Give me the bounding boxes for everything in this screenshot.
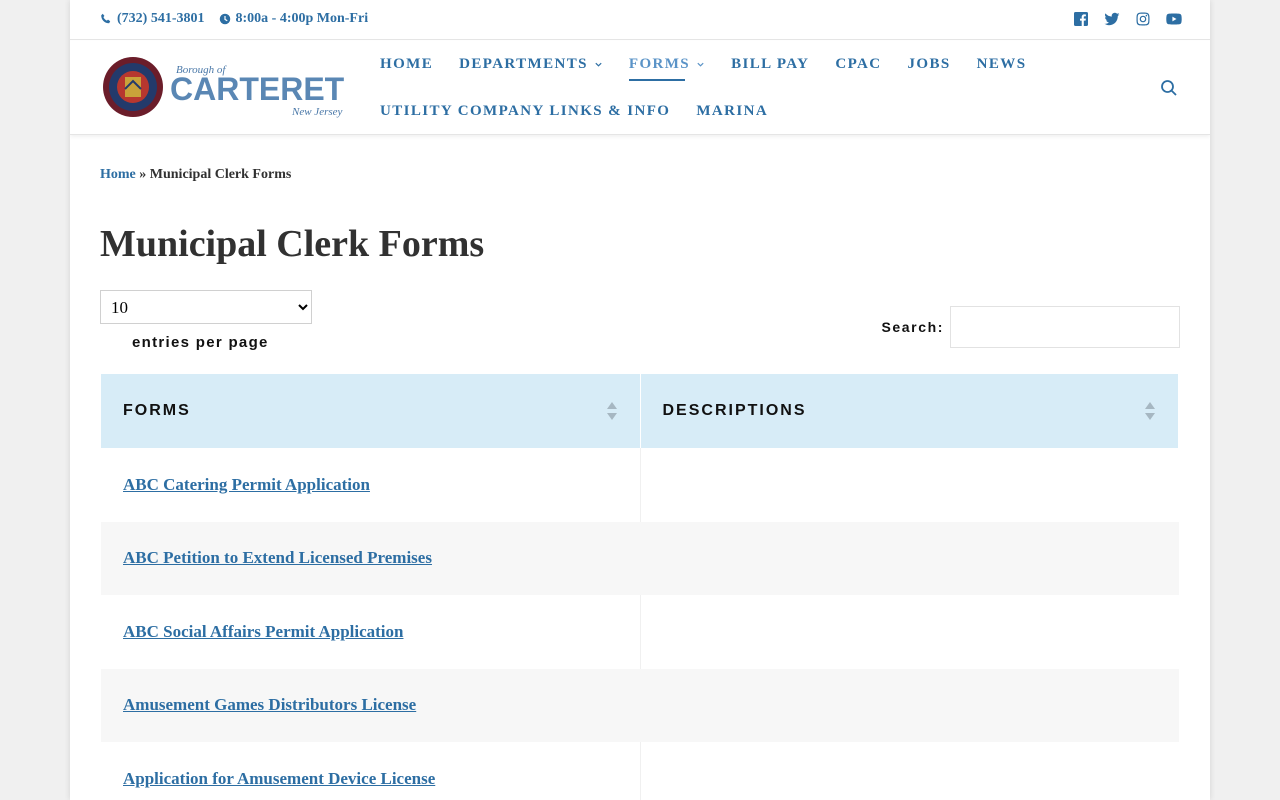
- entries-per-page: 10 entries per page: [100, 290, 312, 351]
- nav-cpac[interactable]: CPAC: [835, 56, 881, 73]
- logo-line2: CARTERET: [170, 71, 345, 107]
- sort-icon: [606, 402, 617, 420]
- table-search: Search:: [881, 306, 1180, 348]
- nav-departments[interactable]: DEPARTMENTS: [459, 56, 603, 73]
- form-link[interactable]: ABC Catering Permit Application: [123, 475, 370, 494]
- header-forms-label: FORMS: [123, 402, 191, 419]
- form-link[interactable]: Amusement Games Distributors License: [123, 695, 416, 714]
- nav-marina[interactable]: MARINA: [696, 103, 768, 120]
- chevron-down-icon: [595, 62, 602, 67]
- form-cell: Amusement Games Distributors License: [101, 668, 640, 742]
- page: (732) 541-3801 8:00a - 4:00p Mon-Fri Bor…: [70, 0, 1210, 800]
- description-cell: [639, 595, 1179, 669]
- form-cell: ABC Social Affairs Permit Application: [101, 595, 640, 669]
- phone-contact[interactable]: (732) 541-3801: [100, 11, 205, 27]
- chevron-down-icon: [697, 62, 704, 67]
- breadcrumb: Home » Municipal Clerk Forms: [100, 167, 291, 183]
- table-row: ABC Social Affairs Permit Application: [101, 595, 1179, 669]
- table-row: ABC Petition to Extend Licensed Premises: [101, 521, 1179, 595]
- office-hours: 8:00a - 4:00p Mon-Fri: [235, 11, 369, 26]
- youtube-icon[interactable]: [1166, 11, 1182, 27]
- main-navigation: HOME DEPARTMENTS FORMS BILL PAY CPAC JOB…: [380, 41, 1140, 135]
- hours-contact: 8:00a - 4:00p Mon-Fri: [219, 11, 369, 27]
- table-row: ABC Catering Permit Application: [101, 448, 1179, 522]
- entries-label: entries per page: [132, 334, 269, 351]
- twitter-icon[interactable]: [1104, 11, 1120, 27]
- nav-bill-pay[interactable]: BILL PAY: [731, 56, 809, 73]
- table-row: Application for Amusement Device License: [101, 742, 1179, 800]
- form-cell: ABC Petition to Extend Licensed Premises: [101, 521, 640, 595]
- description-cell: [640, 668, 1179, 742]
- form-cell: ABC Catering Permit Application: [101, 448, 640, 522]
- breadcrumb-home-link[interactable]: Home: [100, 167, 136, 182]
- clock-icon: [219, 13, 230, 25]
- social-links: [1058, 11, 1182, 27]
- description-cell: [639, 448, 1179, 522]
- nav-forms-label: FORMS: [628, 56, 691, 72]
- search-label: Search:: [881, 319, 944, 335]
- facebook-icon[interactable]: [1073, 11, 1089, 27]
- phone-icon: [101, 13, 111, 24]
- sort-icon: [1145, 402, 1155, 420]
- nav-jobs[interactable]: JOBS: [908, 56, 951, 73]
- form-link[interactable]: Application for Amusement Device License: [123, 769, 435, 788]
- contact-info: (732) 541-3801 8:00a - 4:00p Mon-Fri: [100, 11, 382, 27]
- breadcrumb-separator: »: [139, 167, 147, 182]
- form-cell: Application for Amusement Device License: [101, 742, 640, 800]
- search-input[interactable]: [950, 306, 1180, 348]
- logo-line3: New Jersey: [291, 106, 343, 118]
- header-descriptions-label: DESCRIPTIONS: [662, 402, 807, 419]
- entries-select[interactable]: 10: [100, 290, 312, 324]
- nav-departments-label: DEPARTMENTS: [459, 56, 588, 72]
- site-header: Borough of CARTERET New Jersey HOME DEPA…: [70, 41, 1210, 135]
- header-forms[interactable]: FORMS: [101, 374, 641, 448]
- forms-table: FORMS DESCRIPTIONS ABC Catering Permit A…: [101, 374, 1179, 800]
- nav-utility-links[interactable]: UTILITY COMPANY LINKS & INFO: [380, 103, 670, 120]
- search-icon[interactable]: [1160, 79, 1178, 97]
- table-row: Amusement Games Distributors License: [101, 668, 1179, 742]
- header-descriptions[interactable]: DESCRIPTIONS: [640, 374, 1179, 448]
- form-link[interactable]: ABC Petition to Extend Licensed Premises: [123, 548, 432, 567]
- description-cell: [640, 521, 1179, 595]
- carteret-logo[interactable]: Borough of CARTERET New Jersey: [102, 55, 352, 119]
- nav-home[interactable]: HOME: [380, 56, 433, 73]
- nav-forms[interactable]: FORMS: [628, 56, 705, 81]
- top-bar: (732) 541-3801 8:00a - 4:00p Mon-Fri: [70, 0, 1210, 40]
- form-link[interactable]: ABC Social Affairs Permit Application: [123, 622, 403, 641]
- nav-news[interactable]: NEWS: [977, 56, 1027, 73]
- page-title: Municipal Clerk Forms: [100, 223, 485, 265]
- phone-number: (732) 541-3801: [117, 11, 205, 26]
- breadcrumb-current: Municipal Clerk Forms: [149, 167, 292, 182]
- instagram-icon[interactable]: [1135, 11, 1151, 27]
- description-cell: [639, 742, 1179, 800]
